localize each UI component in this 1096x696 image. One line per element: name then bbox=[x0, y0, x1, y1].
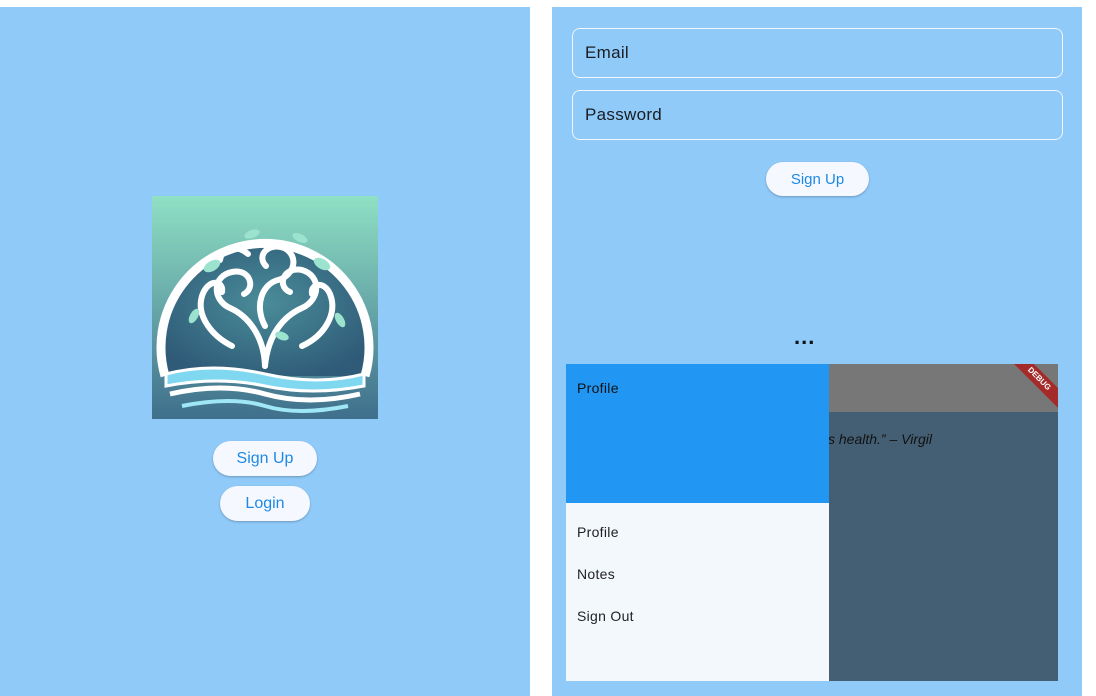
signup-screen: Email Password Sign Up ... DEBUG s healt… bbox=[552, 7, 1082, 696]
quote-text: s health.” – Virgil bbox=[828, 431, 933, 447]
drawer-header: Profile bbox=[566, 364, 829, 503]
welcome-screen: Sign Up Login bbox=[0, 7, 530, 696]
drawer-item-profile[interactable]: Profile bbox=[577, 524, 619, 540]
email-placeholder: Email bbox=[585, 43, 630, 62]
signup-submit-button[interactable]: Sign Up bbox=[766, 162, 869, 196]
password-field[interactable]: Password bbox=[572, 90, 1063, 140]
home-screen: DEBUG s health.” – Virgil Profile Profil… bbox=[566, 364, 1058, 681]
tree-wave-logo-icon bbox=[152, 196, 378, 419]
login-button[interactable]: Login bbox=[220, 486, 310, 521]
drawer-header-title: Profile bbox=[577, 380, 619, 396]
drawer-item-notes[interactable]: Notes bbox=[577, 566, 615, 582]
password-placeholder: Password bbox=[585, 105, 663, 124]
email-field[interactable]: Email bbox=[572, 28, 1063, 78]
ellipsis-text: ... bbox=[794, 324, 816, 349]
signup-button[interactable]: Sign Up bbox=[213, 441, 317, 476]
navigation-drawer: Profile Profile Notes Sign Out bbox=[566, 364, 829, 681]
drawer-item-sign-out[interactable]: Sign Out bbox=[577, 608, 634, 624]
